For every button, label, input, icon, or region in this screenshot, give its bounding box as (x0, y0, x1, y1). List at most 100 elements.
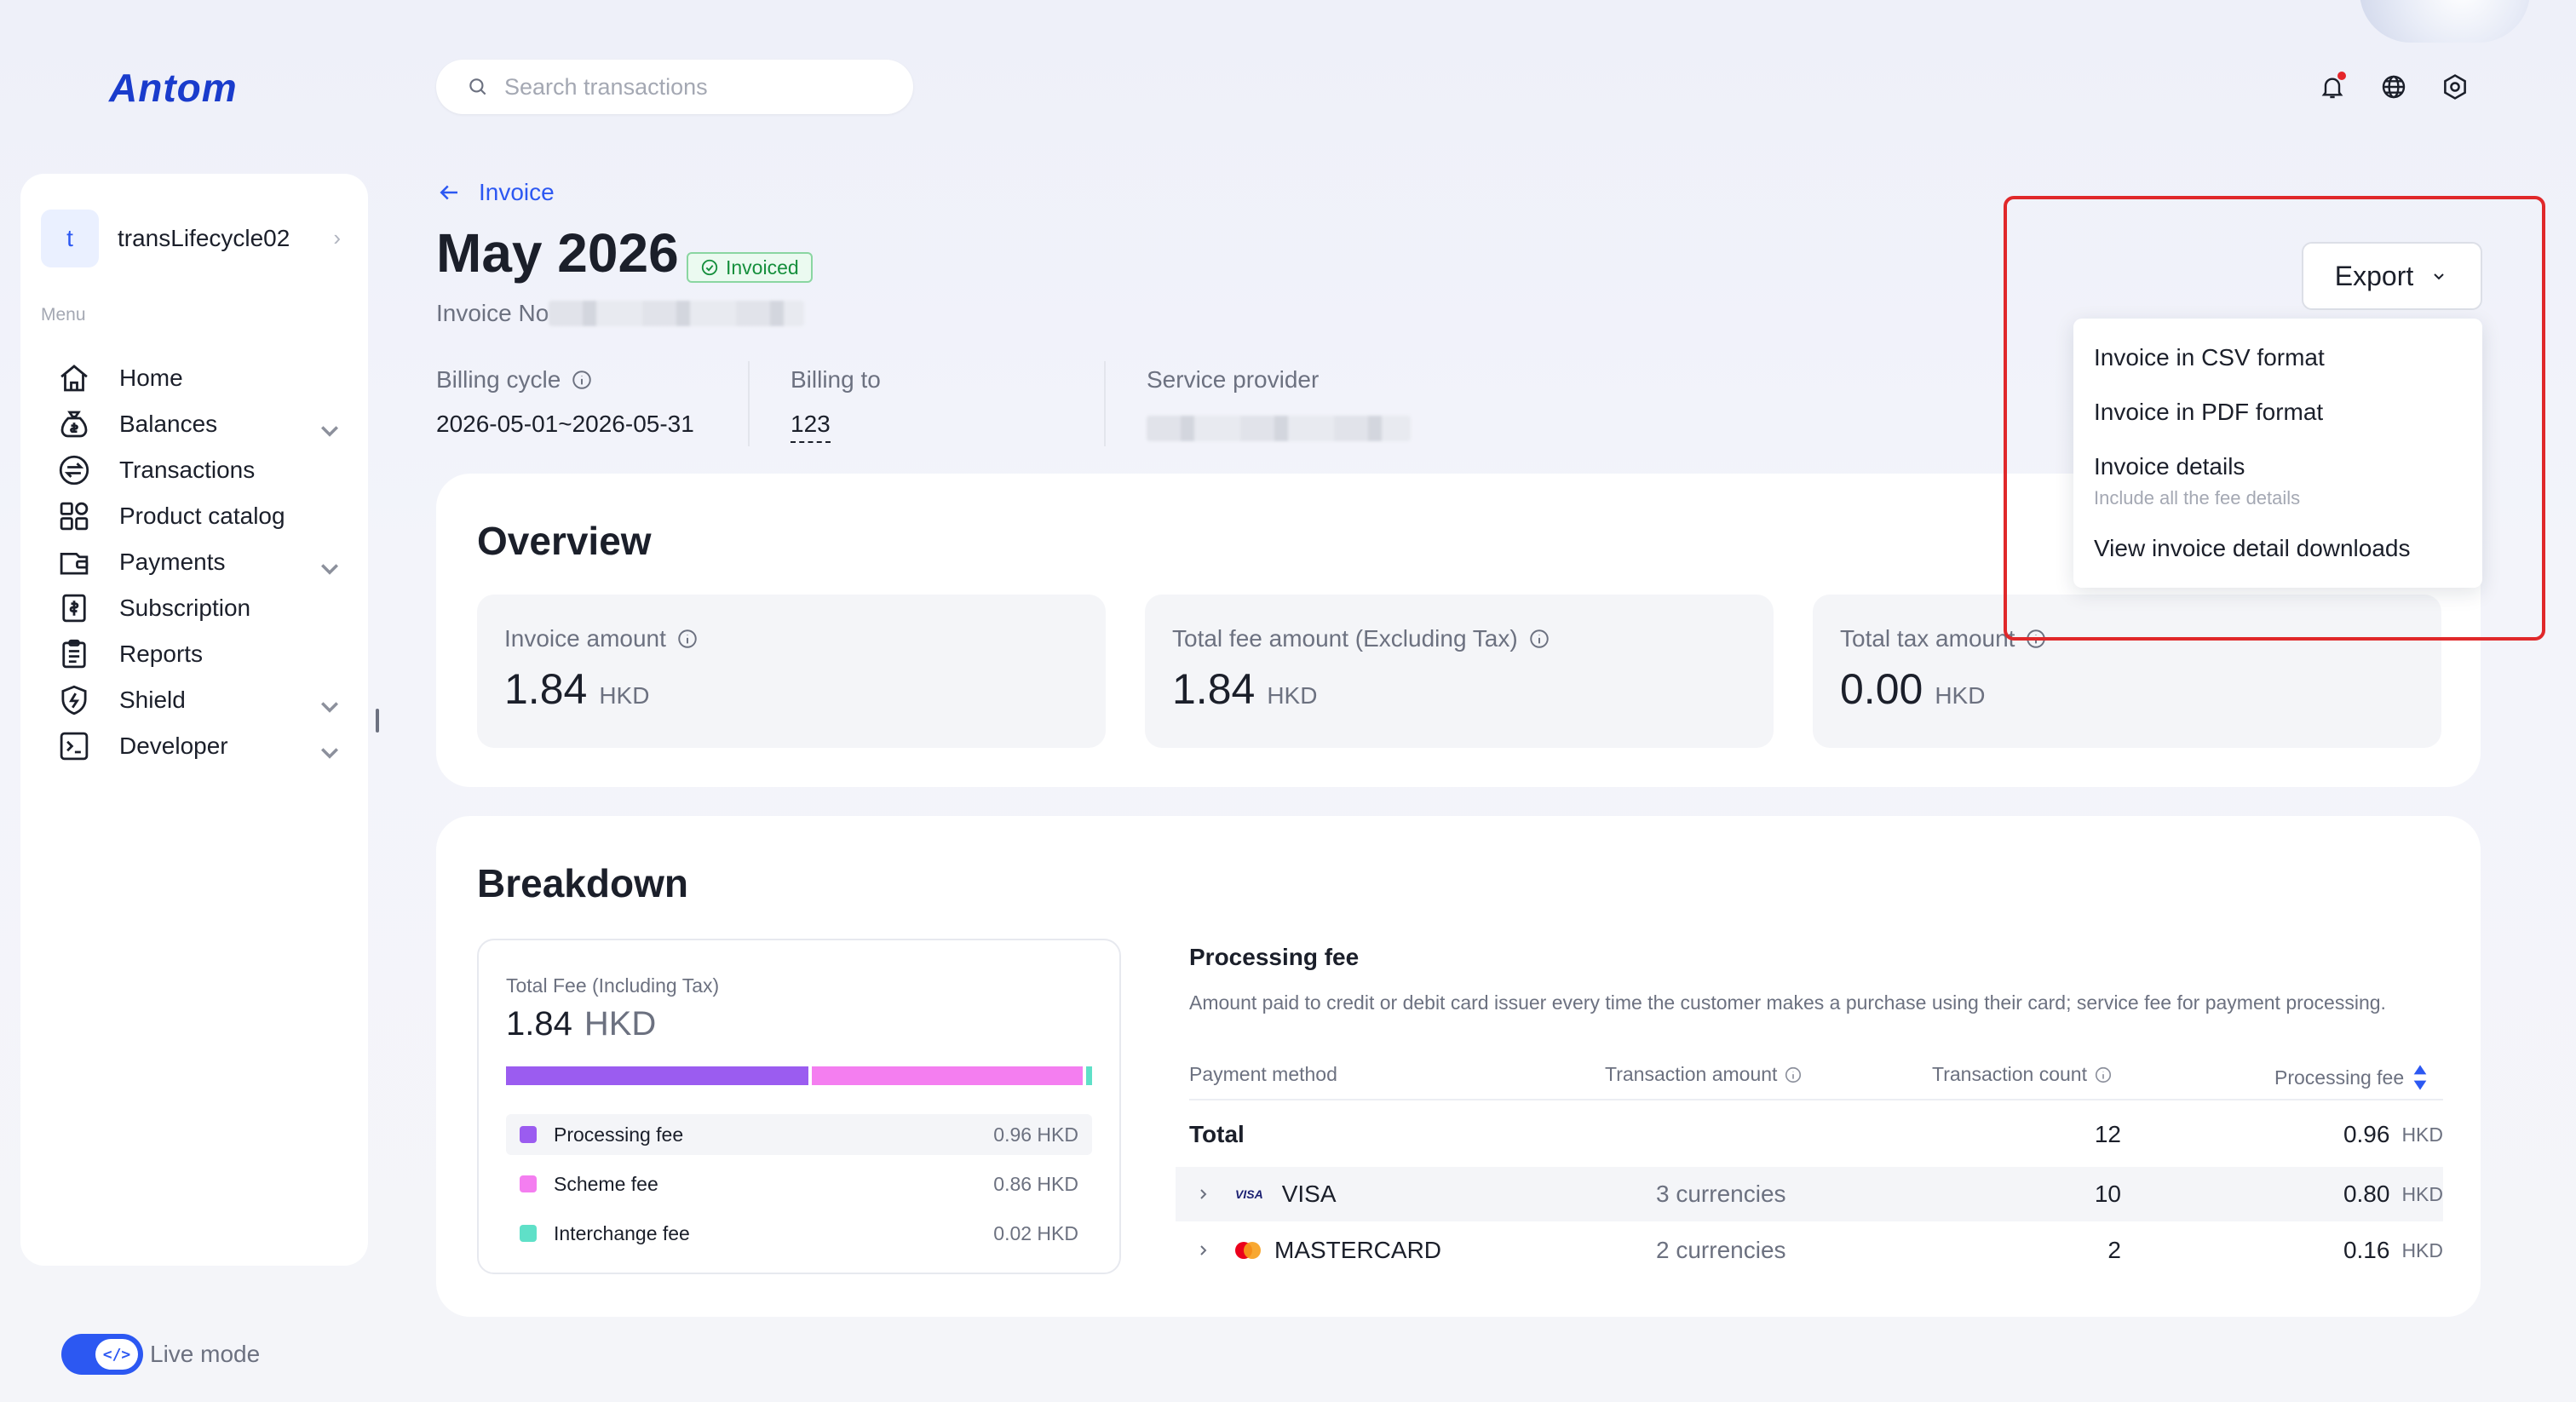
sidebar-item-label: Developer (119, 733, 228, 759)
info-icon[interactable] (2025, 628, 2047, 650)
stat-currency: HKD (599, 682, 650, 709)
processing-fee-cur: HKD (2401, 1182, 2443, 1205)
sidebar-item-home[interactable]: Home (56, 353, 354, 404)
assistant-mascot[interactable] (2360, 0, 2530, 43)
status-badge-label: Invoiced (726, 256, 799, 279)
payment-method-name: VISA (1281, 1181, 1337, 1207)
sidebar-item-reports[interactable]: Reports (56, 629, 354, 680)
stat-label: Invoice amount (504, 625, 699, 652)
column-header-label: Processing fee (2274, 1066, 2405, 1089)
billing-to-value[interactable]: 123 (791, 411, 831, 443)
notifications-button[interactable] (2315, 70, 2349, 104)
sidebar-item-subscription[interactable]: Subscription (56, 583, 354, 634)
language-button[interactable] (2377, 70, 2411, 104)
expand-row-toggle[interactable] (1193, 1223, 1213, 1278)
transaction-amount-cell: 3 currencies (1656, 1181, 1786, 1207)
processing-fee-cur: HKD (2401, 1238, 2443, 1261)
legend-item[interactable]: Interchange fee 0.02 HKD (506, 1213, 1092, 1254)
info-icon[interactable] (571, 369, 593, 391)
payment-method-cell: MASTERCARD (1235, 1223, 1441, 1278)
search-input[interactable] (504, 73, 879, 101)
stat-total-fee: Total fee amount (Excluding Tax) 1.84 HKD (1145, 595, 1774, 748)
total-label: Total (1189, 1121, 1245, 1147)
stat-total-tax: Total tax amount 0.00 HKD (1813, 595, 2441, 748)
payment-method-cell: VISA VISA (1235, 1167, 1337, 1221)
sort-icon[interactable] (2411, 1063, 2429, 1092)
total-fee-currency: HKD (584, 1005, 657, 1043)
table-row[interactable]: MASTERCARD 2 currencies 2 0.16 HKD (1176, 1223, 2443, 1278)
view-downloads-option[interactable]: View invoice detail downloads (2094, 535, 2411, 562)
mastercard-logo-icon (1235, 1242, 1261, 1259)
expand-row-toggle[interactable] (1193, 1167, 1213, 1221)
billing-to-label: Billing to (791, 366, 881, 393)
processing-fee-title: Processing fee (1189, 944, 1360, 970)
payments-icon (60, 552, 89, 575)
column-header-payment-method: Payment method (1189, 1063, 1337, 1085)
legend-item[interactable]: Scheme fee 0.86 HKD (506, 1164, 1092, 1204)
menu-label: Menu (41, 305, 86, 325)
info-icon[interactable] (1528, 628, 1550, 650)
sidebar-item-label: Shield (119, 687, 186, 713)
total-fee-cur: HKD (2401, 1123, 2443, 1146)
sidebar-item-label: Balances (119, 411, 218, 437)
processing-fee-cell: 0.16 HKD (2343, 1223, 2443, 1278)
table-header-divider (1189, 1099, 2443, 1100)
total-fee-panel: Total Fee (Including Tax) 1.84 HKD Proce… (477, 939, 1121, 1274)
chevron-right-icon (1200, 1189, 1207, 1199)
search-bar[interactable] (436, 60, 913, 114)
table-row[interactable]: VISA VISA 3 currencies 10 0.80 HKD (1176, 1167, 2443, 1221)
notification-dot (2337, 72, 2346, 80)
gear-icon (2444, 74, 2466, 100)
chevron-down-icon (321, 426, 338, 437)
check-circle-icon (701, 259, 718, 276)
processing-fee-amount: 0.80 (2343, 1181, 2390, 1207)
legend-name: Processing fee (554, 1123, 684, 1146)
sidebar-item-shield[interactable]: Shield (56, 675, 354, 726)
column-header-processing-fee[interactable]: Processing fee (2274, 1063, 2429, 1092)
stat-label: Total fee amount (Excluding Tax) (1172, 625, 1550, 652)
total-fee-value: 1.84 HKD (506, 1005, 656, 1043)
info-icon[interactable] (676, 628, 699, 650)
total-count: 12 (2094, 1121, 2121, 1147)
sidebar-item-transactions[interactable]: Transactions (56, 445, 354, 496)
sidebar-resize-handle[interactable] (376, 709, 379, 733)
stat-label-text: Total fee amount (Excluding Tax) (1172, 625, 1518, 652)
sidebar-item-developer[interactable]: Developer (56, 721, 354, 772)
info-icon[interactable] (2094, 1066, 2113, 1084)
info-icon[interactable] (1784, 1066, 1803, 1084)
overview-title: Overview (477, 519, 652, 563)
export-details-option[interactable]: Invoice details (2094, 453, 2245, 480)
back-link[interactable]: Invoice (436, 179, 555, 206)
billing-cycle-label: Billing cycle (436, 366, 593, 394)
live-mode-switch[interactable]: </> (61, 1334, 143, 1375)
payment-method-name: MASTERCARD (1274, 1237, 1442, 1263)
fee-bar-segment (1086, 1066, 1092, 1085)
live-mode-toggle[interactable]: </> Live mode (61, 1334, 260, 1375)
service-provider-label: Service provider (1147, 366, 1320, 393)
export-button[interactable]: Export (2302, 242, 2482, 310)
visa-logo-icon: VISA (1235, 1187, 1263, 1201)
arrow-left-icon (440, 185, 457, 200)
stat-value: 1.84 HKD (1172, 664, 1317, 714)
export-pdf-option[interactable]: Invoice in PDF format (2094, 399, 2323, 426)
legend-item[interactable]: Processing fee 0.96 HKD (506, 1114, 1092, 1155)
account-switcher[interactable]: t transLifecycle02 › (41, 206, 349, 271)
sidebar-item-balances[interactable]: Balances (56, 399, 354, 450)
chevron-down-icon (2434, 273, 2444, 280)
export-csv-option[interactable]: Invoice in CSV format (2094, 344, 2325, 371)
sidebar-item-label: Reports (119, 641, 204, 667)
stat-currency: HKD (1935, 682, 1986, 709)
settings-button[interactable] (2438, 70, 2472, 104)
antom-logo[interactable]: Antom (109, 65, 238, 111)
sidebar-item-label: Product catalog (119, 503, 285, 529)
column-header-label: Transaction count (1932, 1063, 2087, 1085)
export-details-hint: Include all the fee details (2094, 487, 2301, 509)
code-icon: </> (95, 1339, 138, 1370)
legend-swatch (520, 1225, 537, 1242)
sidebar-item-payments[interactable]: Payments (56, 537, 354, 588)
legend-amount: 0.86 HKD (993, 1172, 1078, 1195)
chevron-right-icon: › (333, 225, 341, 250)
sidebar-item-product-catalog[interactable]: Product catalog (56, 491, 354, 542)
total-fee-number: 1.84 (506, 1005, 572, 1043)
billing-cycle-value: 2026-05-01~2026-05-31 (436, 411, 694, 437)
